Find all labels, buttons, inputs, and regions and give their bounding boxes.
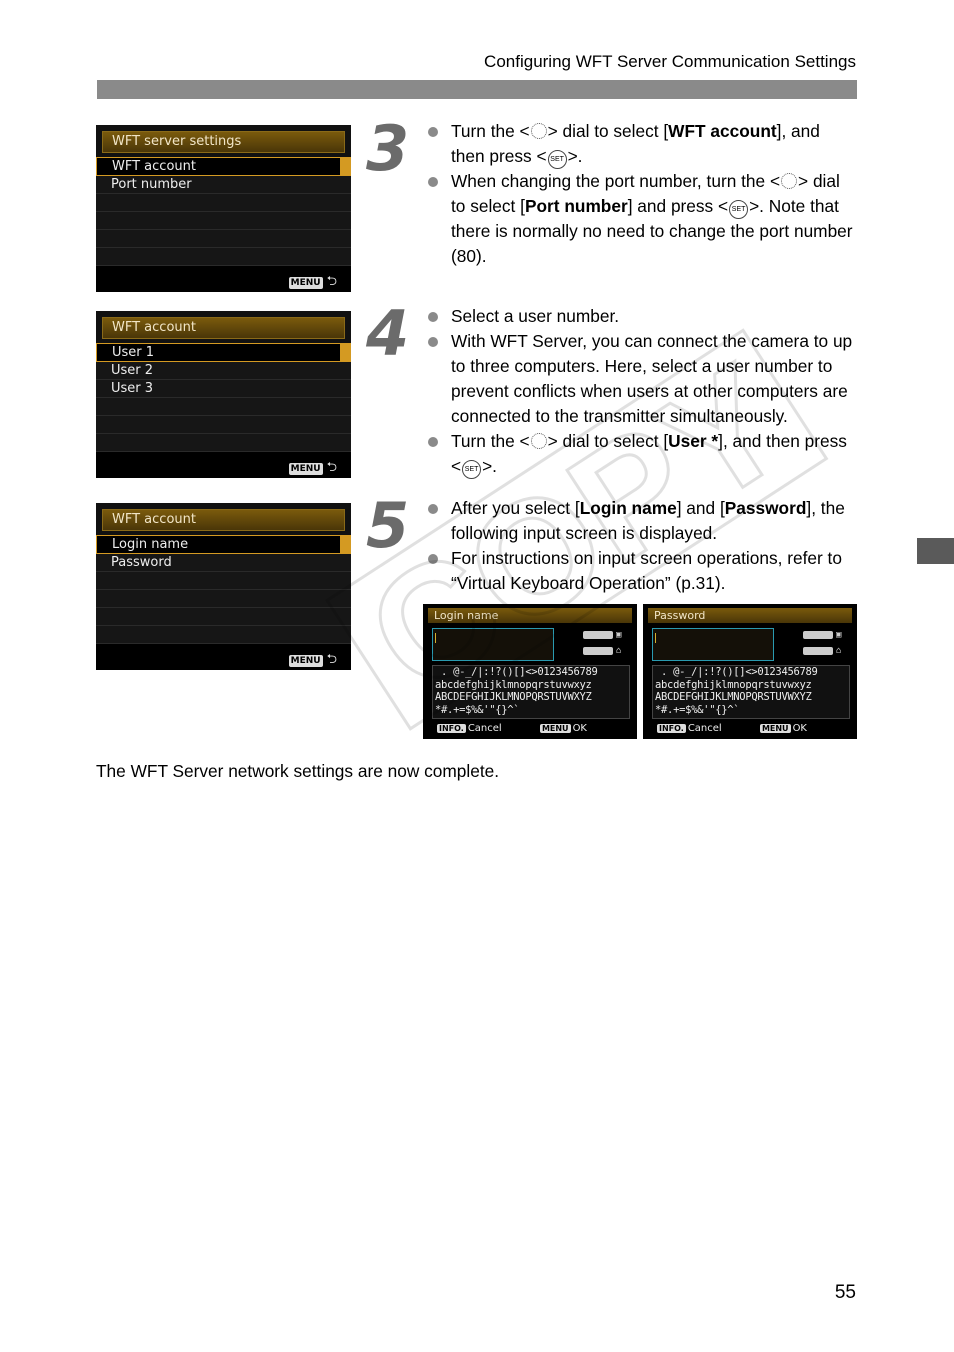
menu-item[interactable]: Password: [96, 554, 351, 572]
keyboard-screen-login: Login name ▣ ⌂ . @-_/|:!?()[]<>0123456789 …: [423, 604, 637, 739]
set-button-icon: SET: [462, 460, 482, 479]
screen-footer: MENU ⮌: [96, 644, 351, 670]
menu-option-name: Port number: [524, 196, 628, 216]
step-instructions: After you select [Login name] and [Passw…: [428, 496, 858, 596]
chapter-side-tab: [917, 538, 954, 564]
keyboard-screen-password: Password ▣ ⌂ . @-_/|:!?()[]<>0123456789 ab…: [643, 604, 857, 739]
menu-option-name: WFT account: [668, 121, 777, 141]
trash-icon: ⌂: [616, 646, 622, 656]
screen-footer: MENU ⮌: [96, 266, 351, 292]
instruction-bullet: Turn the < > dial to select [WFT account]…: [428, 119, 858, 169]
keyboard-title: Password: [648, 608, 852, 623]
menu-item[interactable]: WFT account: [96, 157, 351, 176]
back-arrow-icon: ⮌: [326, 652, 337, 667]
menu-empty-row: [96, 230, 351, 248]
back-arrow-icon: ⮌: [326, 460, 337, 475]
delete-key-icon: [803, 647, 833, 655]
cursor-keys-icon: [583, 631, 613, 639]
keyboard-title: Login name: [428, 608, 632, 623]
step-number: 5: [366, 489, 410, 562]
ok-button[interactable]: MENU OK: [759, 723, 807, 734]
info-badge: INFO.: [437, 724, 466, 733]
instruction-bullet: For instructions on input screen operati…: [428, 546, 858, 596]
step-instructions: Turn the < > dial to select [WFT account]…: [428, 119, 858, 269]
set-button-icon: SET: [729, 200, 749, 219]
quick-control-icon: ▣: [836, 630, 842, 640]
menu-item[interactable]: User 3: [96, 380, 351, 398]
menu-option-name: User *: [668, 431, 719, 451]
cursor-move-control[interactable]: ▣: [803, 630, 849, 640]
menu-badge: MENU: [539, 724, 571, 733]
text-input-field[interactable]: [652, 628, 774, 661]
ok-button[interactable]: MENU OK: [539, 723, 587, 734]
menu-item[interactable]: Login name: [96, 535, 351, 554]
menu-back-button[interactable]: MENU ⮌: [288, 650, 337, 672]
camera-menu-screen: WFT account User 1 User 2 User 3 MENU ⮌: [96, 311, 351, 478]
menu-empty-row: [96, 608, 351, 626]
menu-item[interactable]: Port number: [96, 176, 351, 194]
menu-badge: MENU: [288, 655, 323, 667]
menu-empty-row: [96, 416, 351, 434]
menu-empty-row: [96, 194, 351, 212]
screen-title: WFT server settings: [102, 131, 345, 153]
menu-badge: MENU: [759, 724, 791, 733]
delete-control[interactable]: ⌂: [583, 646, 629, 656]
main-dial-icon: [781, 173, 798, 189]
instruction-bullet: Turn the < > dial to select [User *], and…: [428, 429, 858, 479]
keyboard-footer: INFO. Cancel MENU OK: [657, 723, 847, 734]
screen-title: WFT account: [102, 509, 345, 531]
page-number: 55: [834, 1282, 856, 1303]
step-number: 3: [366, 112, 410, 185]
instruction-bullet: Select a user number.: [428, 304, 858, 329]
instruction-bullet: With WFT Server, you can connect the cam…: [428, 329, 858, 429]
screen-title: WFT account: [102, 317, 345, 339]
camera-menu-screen: WFT account Login name Password MENU ⮌: [96, 503, 351, 670]
menu-empty-row: [96, 434, 351, 452]
quick-control-icon: ▣: [616, 630, 622, 640]
menu-item[interactable]: User 1: [96, 343, 351, 362]
menu-option-name: Password: [724, 498, 807, 518]
menu-empty-row: [96, 590, 351, 608]
info-badge: INFO.: [657, 724, 686, 733]
menu-badge: MENU: [288, 463, 323, 475]
menu-option-name: Login name: [579, 498, 677, 518]
menu-empty-row: [96, 572, 351, 590]
cancel-button[interactable]: INFO. Cancel: [437, 723, 502, 734]
camera-menu-screen: WFT server settings WFT account Port numbe…: [96, 125, 351, 292]
text-caret: [655, 633, 656, 643]
back-arrow-icon: ⮌: [326, 274, 337, 289]
text-caret: [435, 633, 436, 643]
menu-empty-row: [96, 626, 351, 644]
keyboard-footer: INFO. Cancel MENU OK: [437, 723, 627, 734]
step-instructions: Select a user number. With WFT Server, yo…: [428, 304, 858, 479]
screen-footer: MENU ⮌: [96, 452, 351, 478]
running-header: Configuring WFT Server Communication Set…: [484, 52, 856, 71]
menu-empty-row: [96, 398, 351, 416]
cursor-keys-icon: [803, 631, 833, 639]
menu-empty-row: [96, 248, 351, 266]
closing-text: The WFT Server network settings are now …: [96, 761, 500, 781]
menu-item[interactable]: User 2: [96, 362, 351, 380]
instruction-bullet: After you select [Login name] and [Passw…: [428, 496, 858, 546]
menu-empty-row: [96, 212, 351, 230]
cursor-move-control[interactable]: ▣: [583, 630, 629, 640]
text-input-field[interactable]: [432, 628, 554, 661]
menu-back-button[interactable]: MENU ⮌: [288, 272, 337, 294]
delete-key-icon: [583, 647, 613, 655]
menu-badge: MENU: [288, 277, 323, 289]
delete-control[interactable]: ⌂: [803, 646, 849, 656]
instruction-bullet: When changing the port number, turn the …: [428, 169, 858, 269]
trash-icon: ⌂: [836, 646, 842, 656]
set-button-icon: SET: [547, 150, 567, 169]
main-dial-icon: [530, 123, 547, 139]
menu-back-button[interactable]: MENU ⮌: [288, 458, 337, 480]
keyboard-tool-icons: ▣ ⌂: [583, 630, 629, 662]
main-dial-icon: [530, 433, 547, 449]
step-number: 4: [366, 297, 410, 370]
character-palette[interactable]: . @-_/|:!?()[]<>0123456789 abcdefghijklm…: [432, 665, 630, 719]
character-palette[interactable]: . @-_/|:!?()[]<>0123456789 abcdefghijklm…: [652, 665, 850, 719]
keyboard-tool-icons: ▣ ⌂: [803, 630, 849, 662]
cancel-button[interactable]: INFO. Cancel: [657, 723, 722, 734]
header-bar: [97, 80, 857, 99]
